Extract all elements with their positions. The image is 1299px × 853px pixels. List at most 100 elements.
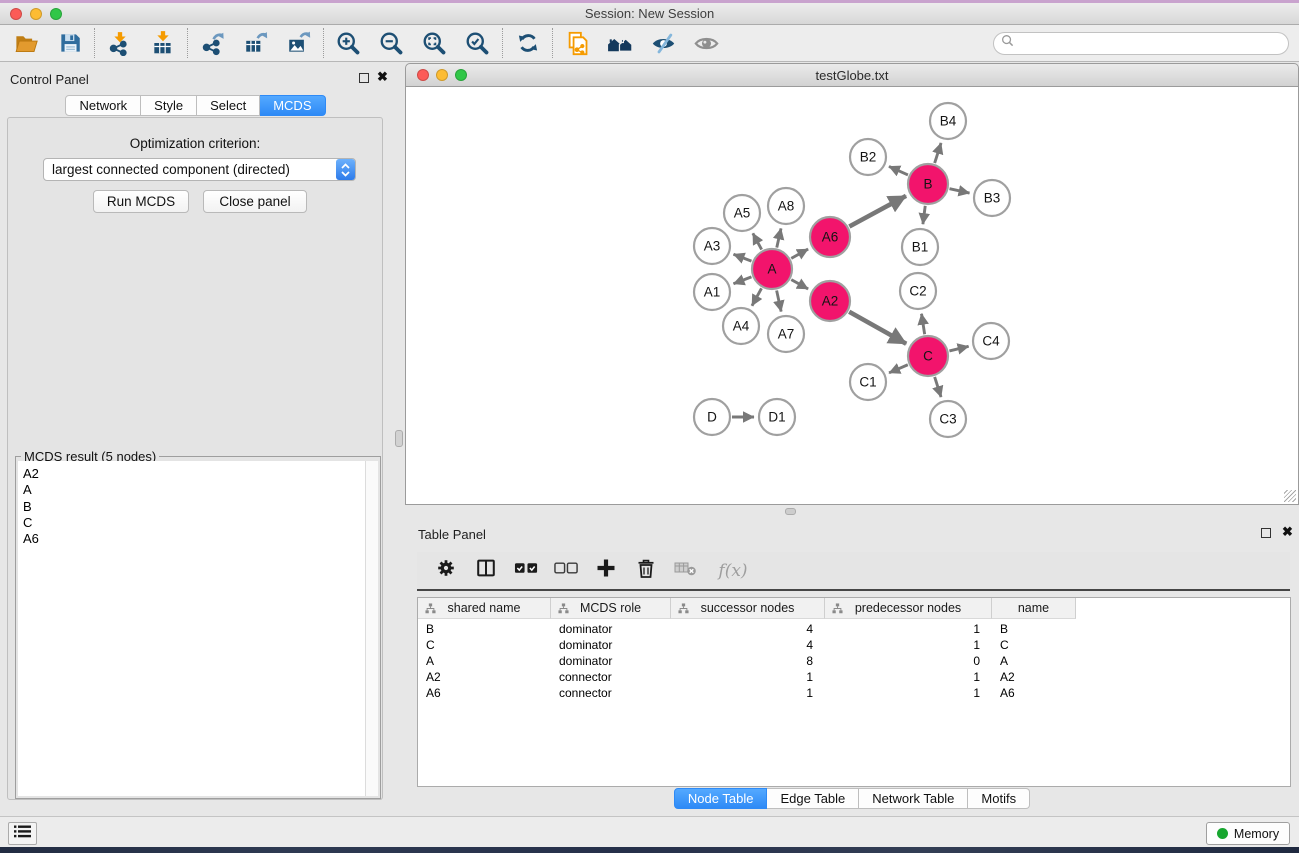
table-cell[interactable]: 4 xyxy=(671,637,825,653)
table-row[interactable]: A6connector11A6 xyxy=(418,685,1290,701)
tab-mcds[interactable]: MCDS xyxy=(260,95,325,116)
show-task-history-button[interactable] xyxy=(8,822,37,845)
show-all-neighbors-button[interactable] xyxy=(599,26,642,60)
export-table-button[interactable] xyxy=(234,26,277,60)
table-row[interactable]: Bdominator41B xyxy=(418,621,1290,637)
import-network-from-file-button[interactable] xyxy=(98,26,141,60)
graph-edge-C-C1[interactable] xyxy=(889,365,908,373)
graph-edge-C-C3[interactable] xyxy=(935,377,941,397)
graph-edge-A6-B[interactable] xyxy=(849,196,906,227)
vertical-split-grip[interactable] xyxy=(395,430,403,447)
clear-all-checkboxes-button[interactable] xyxy=(554,558,578,584)
delete-table-button[interactable] xyxy=(674,558,698,584)
graph-edge-A-A6[interactable] xyxy=(791,249,808,258)
close-table-panel-icon[interactable]: ✖ xyxy=(1282,527,1293,537)
table-cell[interactable]: 1 xyxy=(825,621,992,637)
column-header-MCDS-role[interactable]: MCDS role xyxy=(551,598,671,619)
table-cell[interactable]: dominator xyxy=(551,621,671,637)
create-column-button[interactable] xyxy=(594,558,618,584)
table-cell[interactable]: 8 xyxy=(671,653,825,669)
graph-edge-A-A3[interactable] xyxy=(733,254,751,261)
graph-edge-A-A5[interactable] xyxy=(753,233,762,249)
table-cell[interactable]: B xyxy=(992,621,1076,637)
table-cell[interactable]: A xyxy=(992,653,1076,669)
graph-edge-B-B2[interactable] xyxy=(889,166,908,175)
tab-network-table[interactable]: Network Table xyxy=(859,788,968,809)
graph-edge-C-C2[interactable] xyxy=(921,314,924,335)
graph-edge-B-B1[interactable] xyxy=(923,206,925,224)
run-mcds-button[interactable]: Run MCDS xyxy=(93,190,189,213)
graph-edge-A2-C[interactable] xyxy=(849,312,906,344)
function-builder-button[interactable]: f(x) xyxy=(714,558,752,584)
table-cell[interactable]: dominator xyxy=(551,637,671,653)
tab-network[interactable]: Network xyxy=(65,95,141,116)
mcds-result-item[interactable]: A6 xyxy=(18,531,378,547)
table-row[interactable]: Cdominator41C xyxy=(418,637,1290,653)
table-cell[interactable]: 1 xyxy=(825,685,992,701)
network-window-titlebar[interactable]: testGlobe.txt xyxy=(405,63,1299,87)
mcds-result-item[interactable]: B xyxy=(18,499,378,515)
export-image-button[interactable] xyxy=(277,26,320,60)
memory-button[interactable]: Memory xyxy=(1206,822,1290,845)
table-cell[interactable]: 1 xyxy=(825,637,992,653)
zoom-selected-button[interactable] xyxy=(456,26,499,60)
column-header-shared-name[interactable]: shared name xyxy=(418,598,551,619)
open-session-button[interactable] xyxy=(5,26,48,60)
table-cell[interactable]: A2 xyxy=(992,669,1076,685)
close-panel-icon[interactable]: ✖ xyxy=(377,72,388,82)
resize-grip-icon[interactable] xyxy=(1284,490,1296,502)
table-cell[interactable]: A6 xyxy=(418,685,551,701)
table-cell[interactable]: 1 xyxy=(825,669,992,685)
table-cell[interactable]: 1 xyxy=(671,685,825,701)
mcds-result-list[interactable]: A2ABCA6 xyxy=(18,461,378,796)
table-options-button[interactable] xyxy=(434,558,458,584)
table-cell[interactable]: 0 xyxy=(825,653,992,669)
table-cell[interactable]: 1 xyxy=(671,669,825,685)
tab-node-table[interactable]: Node Table xyxy=(674,788,768,809)
float-panel-icon[interactable] xyxy=(359,73,369,83)
close-panel-button[interactable]: Close panel xyxy=(203,190,307,213)
network-graph[interactable]: B4B2BB3A5A8A6A3B1AC2A1A2A4A7C4CC1C3DD1 xyxy=(406,87,1298,503)
tab-select[interactable]: Select xyxy=(197,95,260,116)
save-session-button[interactable] xyxy=(48,26,91,60)
tab-motifs[interactable]: Motifs xyxy=(968,788,1030,809)
zoom-fit-button[interactable] xyxy=(413,26,456,60)
search-input[interactable] xyxy=(1014,34,1288,53)
table-cell[interactable]: dominator xyxy=(551,653,671,669)
table-cell[interactable]: A6 xyxy=(992,685,1076,701)
hide-selected-button[interactable] xyxy=(642,26,685,60)
table-cell[interactable]: A xyxy=(418,653,551,669)
select-all-checkboxes-button[interactable] xyxy=(514,558,538,584)
zoom-in-button[interactable] xyxy=(327,26,370,60)
import-table-from-file-button[interactable] xyxy=(141,26,184,60)
export-network-button[interactable] xyxy=(191,26,234,60)
table-cell[interactable]: 4 xyxy=(671,621,825,637)
table-cell[interactable]: C xyxy=(992,637,1076,653)
graph-edge-A-A8[interactable] xyxy=(777,228,781,247)
table-row[interactable]: A2connector11A2 xyxy=(418,669,1290,685)
copy-network-button[interactable] xyxy=(556,26,599,60)
table-cell[interactable]: connector xyxy=(551,669,671,685)
column-header-name[interactable]: name xyxy=(992,598,1076,619)
graph-edge-A-A1[interactable] xyxy=(733,277,751,284)
show-hidden-button[interactable] xyxy=(685,26,728,60)
zoom-out-button[interactable] xyxy=(370,26,413,60)
refresh-view-button[interactable] xyxy=(506,26,549,60)
graph-edge-A-A7[interactable] xyxy=(777,291,782,312)
table-row[interactable]: Adominator80A xyxy=(418,653,1290,669)
column-header-predecessor-nodes[interactable]: predecessor nodes xyxy=(825,598,992,619)
result-scrollbar[interactable] xyxy=(365,461,378,796)
mcds-result-item[interactable]: A2 xyxy=(18,461,378,482)
graph-edge-B-B4[interactable] xyxy=(935,143,941,163)
table-cell[interactable]: A2 xyxy=(418,669,551,685)
show-column-panel-button[interactable] xyxy=(474,558,498,584)
graph-edge-B-B3[interactable] xyxy=(949,189,969,193)
horizontal-split-grip[interactable] xyxy=(785,508,796,515)
delete-columns-button[interactable] xyxy=(634,558,658,584)
mcds-result-item[interactable]: C xyxy=(18,515,378,531)
graph-edge-C-C4[interactable] xyxy=(949,346,968,351)
table-cell[interactable]: B xyxy=(418,621,551,637)
table-cell[interactable]: connector xyxy=(551,685,671,701)
optimization-criterion-select[interactable]: largest connected component (directed) xyxy=(43,158,356,181)
mcds-result-item[interactable]: A xyxy=(18,482,378,498)
